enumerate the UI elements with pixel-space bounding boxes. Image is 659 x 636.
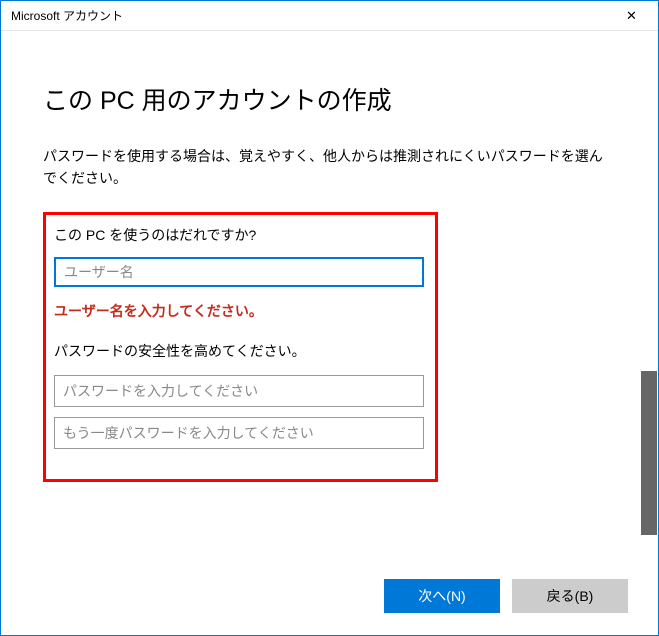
close-icon: ✕ xyxy=(626,8,637,24)
password-confirm-input[interactable] xyxy=(54,417,424,449)
titlebar: Microsoft アカウント ✕ xyxy=(1,1,658,31)
close-button[interactable]: ✕ xyxy=(609,2,654,30)
page-title: この PC 用のアカウントの作成 xyxy=(43,81,616,117)
password-input[interactable] xyxy=(54,375,424,407)
button-bar: 次へ(N) 戻る(B) xyxy=(384,579,628,613)
password-section-label: パスワードの安全性を高めてください。 xyxy=(54,341,421,361)
window-title: Microsoft アカウント xyxy=(11,7,123,24)
form-highlight-box: この PC を使うのはだれですか? ユーザー名を入力してください。 パスワードの… xyxy=(43,212,438,482)
scrollbar-thumb[interactable] xyxy=(641,371,657,535)
username-input[interactable] xyxy=(54,257,424,287)
who-uses-pc-label: この PC を使うのはだれですか? xyxy=(54,225,421,245)
back-button[interactable]: 戻る(B) xyxy=(512,579,628,613)
main-content: この PC 用のアカウントの作成 パスワードを使用する場合は、覚えやすく、他人か… xyxy=(1,31,658,482)
next-button[interactable]: 次へ(N) xyxy=(384,579,500,613)
username-error: ユーザー名を入力してください。 xyxy=(54,301,421,321)
page-description: パスワードを使用する場合は、覚えやすく、他人からは推測されにくいパスワードを選ん… xyxy=(43,145,616,190)
